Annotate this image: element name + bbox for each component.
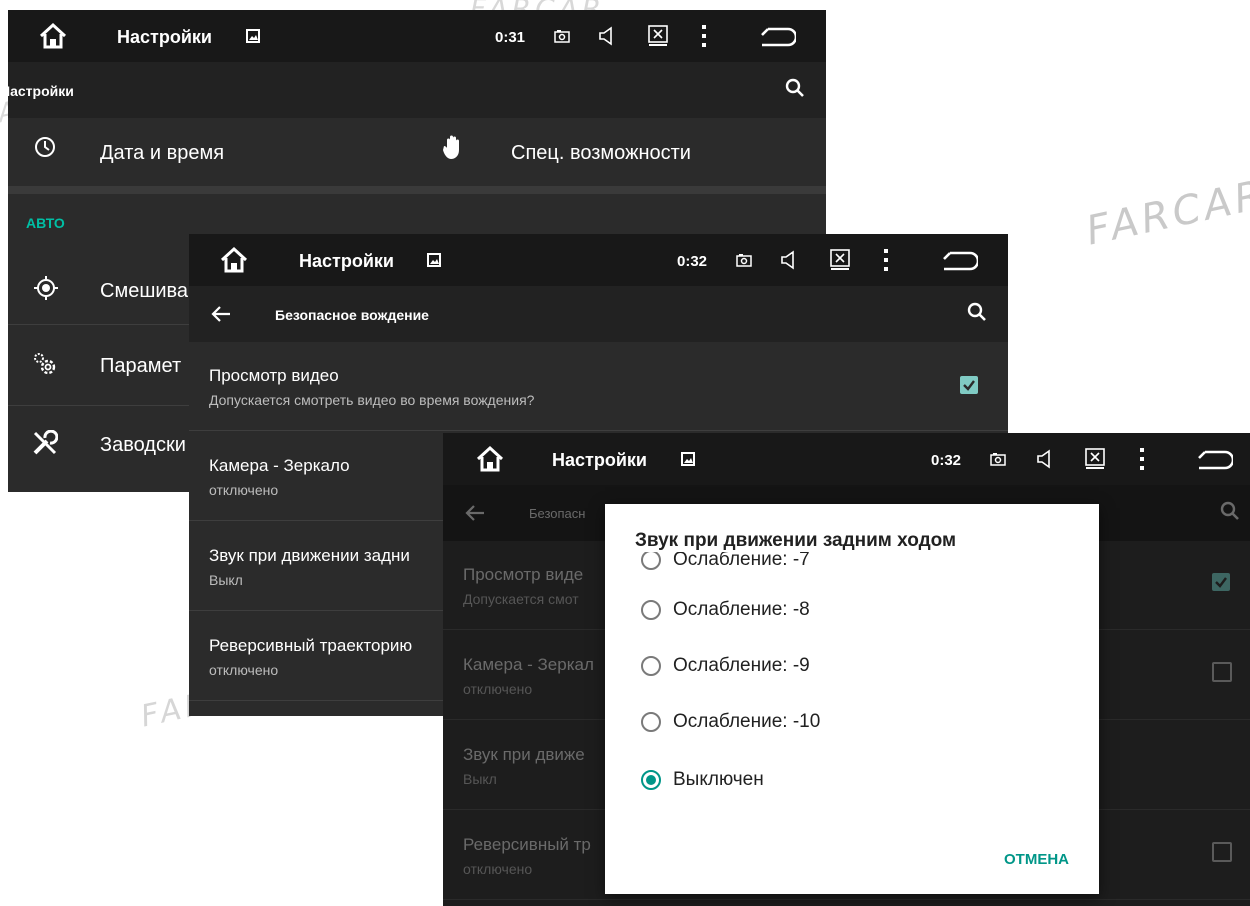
search-icon[interactable] [1220,501,1240,526]
watermark-right: FARCAR [1082,171,1250,255]
clock-text: 0:32 [677,253,708,270]
back-icon[interactable] [1197,449,1235,476]
toolbar-title: Безопасн [529,506,586,521]
option-label: Ослабление: -10 [673,711,821,732]
toolbar: Безопасное вождение [189,286,1008,342]
pref-summary: отключено [463,681,533,697]
hand-icon [442,134,466,165]
volume-icon[interactable] [1036,449,1052,474]
checkbox-unchecked[interactable] [1212,662,1232,682]
tools-icon [32,429,59,461]
pref-summary: Выкл [209,572,243,588]
status-bar: Настройки 0:32 [189,234,1008,286]
dashboard-row: Дата и время Спец. возможности [8,118,826,186]
pref-title: Просмотр видео [209,366,339,385]
pref-video[interactable]: Просмотр видео Допускается смотреть виде… [189,342,1008,431]
image-icon [427,253,441,272]
option-label: Выключен [673,769,764,790]
clock-text: 0:31 [495,29,526,46]
pref-summary: Выкл [463,771,497,787]
pref-title: Просмотр виде [463,565,584,584]
list-item-label: Заводски [100,434,186,456]
home-icon[interactable] [38,22,68,55]
more-vert-icon[interactable] [1139,447,1145,476]
clock-text: 0:32 [931,452,962,469]
radio-button[interactable] [641,712,661,732]
dashboard-accessibility[interactable]: Спец. возможности [511,142,691,165]
close-box-icon[interactable] [1085,448,1105,475]
pref-title: Камера - Зеркал [463,655,594,674]
radio-dialog: Звук при движении задним ходом Ослаблени… [605,504,1099,894]
back-icon[interactable] [942,250,980,277]
more-vert-icon[interactable] [701,24,707,53]
status-title: Настройки [117,27,212,47]
camera-icon[interactable] [990,453,1006,471]
option-label: Ослабление: -7 [673,549,810,570]
close-box-icon[interactable] [830,249,850,276]
image-icon [681,452,695,471]
arrow-back-icon[interactable] [465,504,485,527]
option-label: Ослабление: -9 [673,655,810,676]
pref-title: Реверсивный траекторию [209,636,413,655]
status-title: Настройки [299,251,394,271]
checkbox-checked[interactable] [960,376,978,394]
status-bar: Настройки 0:32 [443,433,1250,485]
close-box-icon[interactable] [648,25,668,52]
volume-icon[interactable] [780,250,796,275]
pref-summary: отключено [463,861,533,877]
pref-summary: отключено [209,662,279,678]
pref-title: Реверсивный тр [463,835,591,854]
camera-icon[interactable] [554,30,570,48]
arrow-back-icon[interactable] [211,305,231,328]
radio-button[interactable] [641,600,661,620]
checkbox-unchecked[interactable] [1212,842,1232,862]
section-header-auto: АВТО [26,215,65,231]
pref-summary: отключено [209,482,279,498]
camera-icon[interactable] [736,254,752,272]
status-title: Настройки [552,450,647,470]
toolbar-title: Настройки [8,83,74,99]
pref-summary: Допускается смот [463,591,579,607]
checkbox-checked[interactable] [1212,573,1230,591]
image-icon [246,29,260,48]
home-icon[interactable] [475,445,505,478]
search-icon[interactable] [967,302,987,327]
toolbar-title: Безопасное вождение [275,307,429,323]
status-bar: Настройки 0:31 [8,10,826,62]
volume-icon[interactable] [598,26,614,51]
dialog-title: Звук при движении задним ходом [635,530,967,552]
radio-button-selected[interactable] [641,770,661,790]
home-icon[interactable] [219,246,249,279]
dashboard-date-time[interactable]: Дата и время [100,142,224,165]
cancel-button[interactable]: ОТМЕНА [1004,851,1069,868]
search-icon[interactable] [785,78,805,103]
gps-icon [34,276,58,305]
radio-button[interactable] [641,656,661,676]
pref-summary: Допускается смотреть видео во время вожд… [209,392,535,408]
divider [8,186,826,194]
list-item-label: Смешива [100,280,189,302]
list-item-label: Парамет [100,355,182,377]
radio-button[interactable] [641,550,661,570]
more-vert-icon[interactable] [883,248,889,277]
option-label: Ослабление: -8 [673,599,810,620]
toolbar: Настройки [8,62,826,118]
pref-title: Камера - Зеркало [209,456,350,475]
clock-icon [34,136,56,163]
back-icon[interactable] [760,26,798,53]
pref-title: Звук при движении задни [209,546,410,565]
settings-gears-icon [32,351,58,382]
pref-title: Звук при движе [463,745,585,764]
